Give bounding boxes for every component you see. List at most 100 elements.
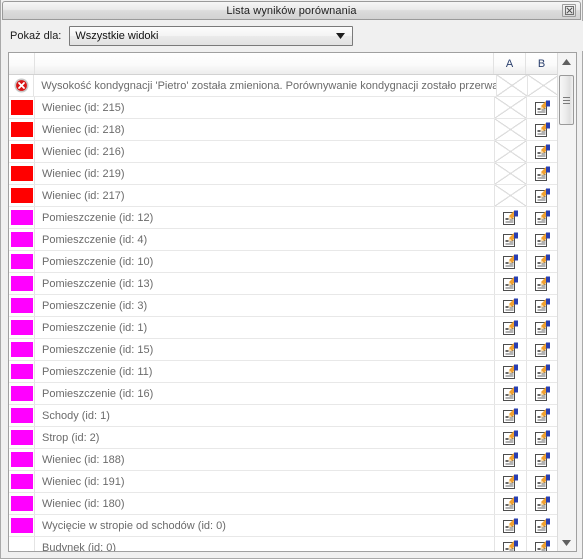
edit-document-icon[interactable] xyxy=(502,364,519,380)
table-row[interactable]: Wycięcie w stropie od schodów (id: 0) xyxy=(9,515,576,537)
row-cell-a[interactable] xyxy=(494,449,526,470)
row-cell-b[interactable] xyxy=(526,97,558,118)
row-cell-a[interactable] xyxy=(494,537,526,551)
row-cell-b[interactable] xyxy=(526,185,558,206)
edit-document-icon[interactable] xyxy=(534,364,551,380)
row-cell-a[interactable] xyxy=(494,295,526,316)
edit-document-icon[interactable] xyxy=(534,430,551,446)
row-cell-a[interactable] xyxy=(494,405,526,426)
table-row[interactable]: Pomieszczenie (id: 10) xyxy=(9,251,576,273)
row-cell-b[interactable] xyxy=(526,515,558,536)
column-header-b[interactable]: B xyxy=(526,53,558,74)
table-row[interactable]: Wieniec (id: 188) xyxy=(9,449,576,471)
edit-document-icon[interactable] xyxy=(502,430,519,446)
row-cell-b[interactable] xyxy=(526,449,558,470)
edit-document-icon[interactable] xyxy=(502,518,519,534)
edit-document-icon[interactable] xyxy=(534,100,551,116)
row-cell-b[interactable] xyxy=(526,339,558,360)
scroll-down-button[interactable] xyxy=(558,534,575,551)
row-cell-b[interactable] xyxy=(526,119,558,140)
row-cell-a[interactable] xyxy=(494,251,526,272)
table-row[interactable]: Pomieszczenie (id: 16) xyxy=(9,383,576,405)
edit-document-icon[interactable] xyxy=(534,320,551,336)
table-row[interactable]: Pomieszczenie (id: 3) xyxy=(9,295,576,317)
scroll-up-button[interactable] xyxy=(558,53,575,70)
scroll-thumb[interactable] xyxy=(559,75,574,125)
table-row[interactable]: Wieniec (id: 180) xyxy=(9,493,576,515)
row-cell-a[interactable] xyxy=(494,207,526,228)
edit-document-icon[interactable] xyxy=(534,276,551,292)
table-row[interactable]: Pomieszczenie (id: 1) xyxy=(9,317,576,339)
edit-document-icon[interactable] xyxy=(502,342,519,358)
row-cell-a[interactable] xyxy=(494,229,526,250)
edit-document-icon[interactable] xyxy=(534,144,551,160)
edit-document-icon[interactable] xyxy=(502,232,519,248)
table-row[interactable]: Budynek (id: 0) xyxy=(9,537,576,551)
edit-document-icon[interactable] xyxy=(502,540,519,552)
table-row[interactable]: Pomieszczenie (id: 4) xyxy=(9,229,576,251)
edit-document-icon[interactable] xyxy=(534,232,551,248)
row-cell-a[interactable] xyxy=(494,361,526,382)
edit-document-icon[interactable] xyxy=(534,518,551,534)
column-header-a[interactable]: A xyxy=(494,53,526,74)
edit-document-icon[interactable] xyxy=(534,122,551,138)
edit-document-icon[interactable] xyxy=(534,408,551,424)
edit-document-icon[interactable] xyxy=(502,210,519,226)
edit-document-icon[interactable] xyxy=(534,386,551,402)
edit-document-icon[interactable] xyxy=(534,474,551,490)
row-cell-b[interactable] xyxy=(526,383,558,404)
view-filter-select[interactable]: Wszystkie widoki xyxy=(69,26,354,46)
edit-document-icon[interactable] xyxy=(502,474,519,490)
edit-document-icon[interactable] xyxy=(502,254,519,270)
row-cell-a[interactable] xyxy=(494,339,526,360)
edit-document-icon[interactable] xyxy=(502,386,519,402)
message-row[interactable]: Wysokość kondygnacji 'Pietro' została zm… xyxy=(9,75,576,97)
row-cell-a[interactable] xyxy=(494,317,526,338)
column-header-color[interactable] xyxy=(9,53,35,74)
column-header-name[interactable] xyxy=(35,53,494,74)
edit-document-icon[interactable] xyxy=(534,166,551,182)
edit-document-icon[interactable] xyxy=(534,188,551,204)
row-cell-b[interactable] xyxy=(526,405,558,426)
row-cell-b[interactable] xyxy=(526,273,558,294)
edit-document-icon[interactable] xyxy=(534,452,551,468)
row-cell-b[interactable] xyxy=(526,427,558,448)
table-row[interactable]: Pomieszczenie (id: 11) xyxy=(9,361,576,383)
row-cell-b[interactable] xyxy=(526,207,558,228)
row-cell-a[interactable] xyxy=(494,515,526,536)
table-row[interactable]: Wieniec (id: 218) xyxy=(9,119,576,141)
edit-document-icon[interactable] xyxy=(534,342,551,358)
table-row[interactable]: Wieniec (id: 219) xyxy=(9,163,576,185)
row-cell-b[interactable] xyxy=(526,493,558,514)
row-cell-b[interactable] xyxy=(526,251,558,272)
vertical-scrollbar[interactable] xyxy=(557,53,576,551)
row-cell-a[interactable] xyxy=(494,383,526,404)
edit-document-icon[interactable] xyxy=(534,210,551,226)
close-button[interactable] xyxy=(562,4,576,17)
edit-document-icon[interactable] xyxy=(502,276,519,292)
edit-document-icon[interactable] xyxy=(502,298,519,314)
table-row[interactable]: Wieniec (id: 215) xyxy=(9,97,576,119)
table-row[interactable]: Wieniec (id: 216) xyxy=(9,141,576,163)
edit-document-icon[interactable] xyxy=(502,320,519,336)
row-cell-b[interactable] xyxy=(526,229,558,250)
table-row[interactable]: Schody (id: 1) xyxy=(9,405,576,427)
row-cell-a[interactable] xyxy=(494,493,526,514)
edit-document-icon[interactable] xyxy=(534,540,551,552)
table-row[interactable]: Pomieszczenie (id: 15) xyxy=(9,339,576,361)
row-cell-b[interactable] xyxy=(526,537,558,551)
edit-document-icon[interactable] xyxy=(502,408,519,424)
edit-document-icon[interactable] xyxy=(534,496,551,512)
row-cell-b[interactable] xyxy=(526,317,558,338)
row-cell-b[interactable] xyxy=(526,361,558,382)
table-row[interactable]: Strop (id: 2) xyxy=(9,427,576,449)
row-cell-b[interactable] xyxy=(526,471,558,492)
row-cell-a[interactable] xyxy=(494,471,526,492)
table-row[interactable]: Pomieszczenie (id: 13) xyxy=(9,273,576,295)
row-cell-a[interactable] xyxy=(494,273,526,294)
row-cell-b[interactable] xyxy=(526,141,558,162)
edit-document-icon[interactable] xyxy=(534,298,551,314)
row-cell-b[interactable] xyxy=(526,295,558,316)
edit-document-icon[interactable] xyxy=(502,496,519,512)
row-cell-b[interactable] xyxy=(526,163,558,184)
